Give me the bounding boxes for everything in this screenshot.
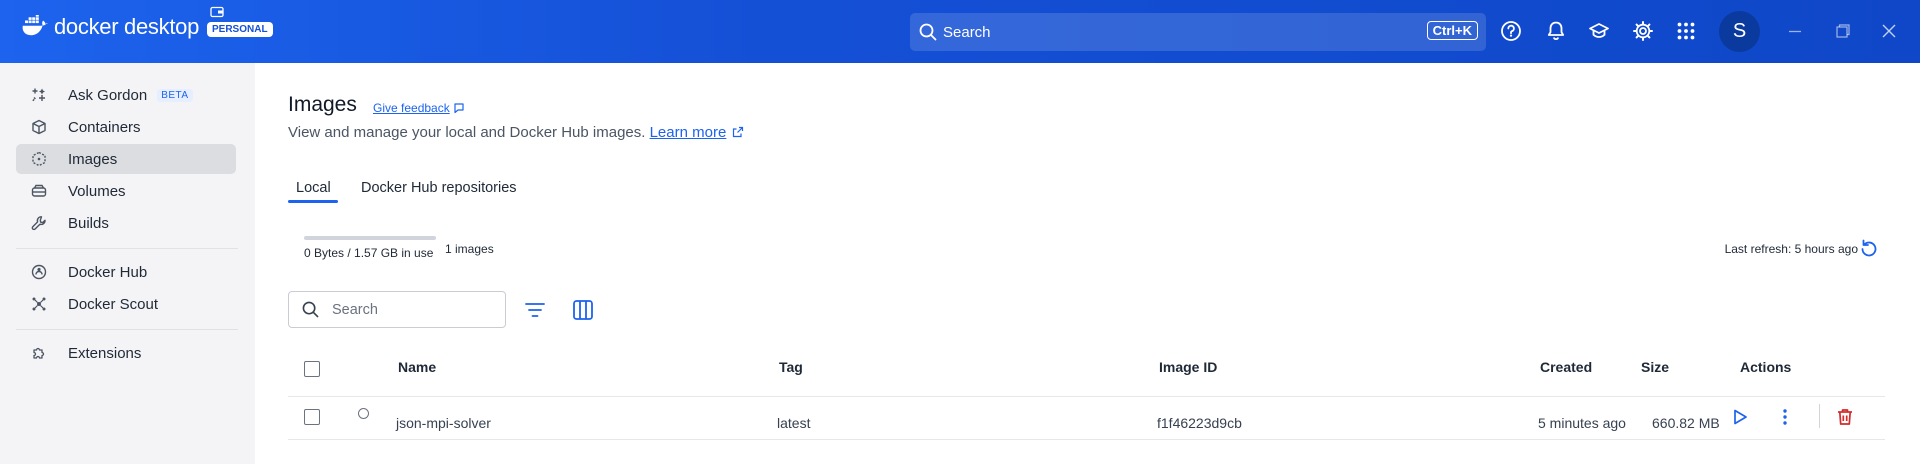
plan-badge: PERSONAL <box>207 21 273 37</box>
external-link-icon <box>733 126 744 138</box>
more-options-icon[interactable] <box>1775 407 1795 427</box>
columns-toggle-icon[interactable] <box>571 298 595 322</box>
restore-icon[interactable] <box>1836 24 1850 38</box>
sidebar-item-label: Volumes <box>68 182 126 200</box>
refresh-icon[interactable] <box>1858 238 1880 260</box>
sidebar: Ask Gordon BETA Containers Images Volume… <box>0 63 255 464</box>
select-all-checkbox[interactable] <box>304 361 320 377</box>
settings-gear-icon[interactable] <box>1632 20 1654 42</box>
sidebar-item-docker-scout[interactable]: Docker Scout <box>16 289 236 319</box>
notifications-bell-icon[interactable] <box>1545 20 1567 42</box>
column-header-image-id[interactable]: Image ID <box>1159 359 1217 375</box>
scout-icon <box>30 295 48 313</box>
sidebar-item-containers[interactable]: Containers <box>16 112 236 142</box>
user-avatar[interactable]: S <box>1719 11 1760 52</box>
tab-docker-hub-repositories[interactable]: Docker Hub repositories <box>361 180 517 196</box>
docker-logo[interactable]: docker desktop PERSONAL <box>22 14 273 40</box>
run-play-icon[interactable] <box>1730 407 1750 427</box>
search-shortcut: Ctrl+K <box>1426 21 1478 40</box>
filter-icon[interactable] <box>523 299 547 321</box>
image-id: f1f46223d9cb <box>1157 415 1242 431</box>
learn-more-link[interactable]: Learn more <box>650 124 727 141</box>
delete-trash-icon[interactable] <box>1835 407 1855 427</box>
puzzle-icon <box>30 344 48 362</box>
give-feedback-label: Give feedback <box>373 101 450 115</box>
logo-text: docker desktop <box>54 14 199 39</box>
header-divider <box>288 396 1885 397</box>
volume-icon <box>30 182 48 200</box>
page-subtitle: View and manage your local and Docker Hu… <box>288 124 744 141</box>
page-title: Images <box>288 93 357 116</box>
image-name[interactable]: json-mpi-solver <box>396 415 491 431</box>
column-header-actions: Actions <box>1740 359 1792 375</box>
search-icon <box>919 23 937 41</box>
sparkle-icon <box>30 86 48 104</box>
learn-more-label: Learn more <box>649 124 727 141</box>
column-header-name[interactable]: Name <box>398 359 436 375</box>
sidebar-item-docker-hub[interactable]: Docker Hub <box>16 257 236 287</box>
image-tag: latest <box>777 415 811 431</box>
feedback-chat-icon <box>454 103 464 114</box>
help-icon[interactable] <box>1500 20 1522 42</box>
minimize-icon[interactable] <box>1788 30 1802 33</box>
sidebar-item-volumes[interactable]: Volumes <box>16 176 236 206</box>
wallet-icon <box>210 6 224 18</box>
hub-icon <box>30 263 48 281</box>
image-size: 660.82 MB <box>1652 415 1720 431</box>
wrench-icon <box>30 214 48 232</box>
global-search[interactable]: Search Ctrl+K <box>910 13 1486 51</box>
last-refresh-text: Last refresh: 5 hours ago <box>1724 242 1858 256</box>
top-header: docker desktop PERSONAL Search Ctrl+K S <box>0 0 1920 63</box>
sidebar-item-ask-gordon[interactable]: Ask Gordon BETA <box>16 80 236 110</box>
sidebar-item-label: Containers <box>68 118 141 136</box>
sidebar-item-label: Builds <box>68 214 109 232</box>
sidebar-divider <box>16 329 238 330</box>
image-search-input[interactable]: Search <box>288 291 506 328</box>
close-icon[interactable] <box>1882 24 1896 38</box>
tab-local[interactable]: Local <box>296 180 331 196</box>
sidebar-divider <box>16 248 238 249</box>
beta-badge: BETA <box>157 88 193 102</box>
container-icon <box>30 118 48 136</box>
image-count: 1 images <box>445 242 494 256</box>
apps-grid-icon[interactable] <box>1675 20 1697 42</box>
column-header-created[interactable]: Created <box>1540 359 1592 375</box>
column-header-size[interactable]: Size <box>1641 359 1669 375</box>
column-header-tag[interactable]: Tag <box>779 359 803 375</box>
main-content: Images Give feedback View and manage you… <box>255 63 1920 464</box>
sidebar-item-label: Images <box>68 150 118 168</box>
docker-whale-icon <box>22 15 49 36</box>
learning-center-icon[interactable] <box>1588 20 1610 42</box>
row-divider <box>288 439 1885 440</box>
actions-separator <box>1819 404 1820 428</box>
disk-usage-bar <box>304 236 436 240</box>
disk-usage-text: 0 Bytes / 1.57 GB in use <box>304 246 434 260</box>
image-icon <box>30 150 48 168</box>
image-search-placeholder: Search <box>332 301 378 318</box>
sidebar-item-label: Docker Hub <box>68 263 148 281</box>
sidebar-item-label: Extensions <box>68 344 142 362</box>
global-search-placeholder: Search <box>943 23 991 41</box>
image-created: 5 minutes ago <box>1538 415 1626 431</box>
sidebar-item-label: Ask Gordon <box>68 86 148 104</box>
row-checkbox[interactable] <box>304 409 320 425</box>
active-tab-indicator <box>288 200 338 203</box>
unused-status-icon <box>358 408 369 419</box>
give-feedback-link[interactable]: Give feedback <box>373 101 465 115</box>
sidebar-item-images[interactable]: Images <box>16 144 236 174</box>
sidebar-item-extensions[interactable]: Extensions <box>16 338 236 368</box>
subtitle-text: View and manage your local and Docker Hu… <box>288 124 646 141</box>
sidebar-item-builds[interactable]: Builds <box>16 208 236 238</box>
search-icon <box>302 301 319 318</box>
sidebar-item-label: Docker Scout <box>68 295 159 313</box>
